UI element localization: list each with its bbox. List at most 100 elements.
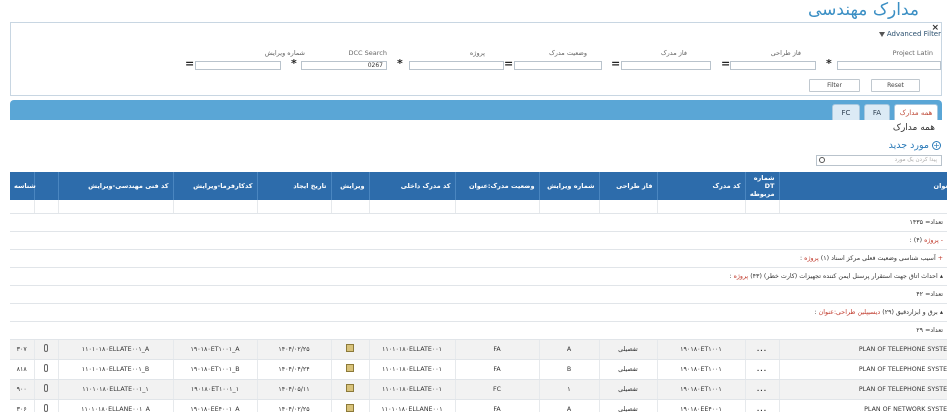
cell-phase: تفصیلی bbox=[599, 399, 658, 412]
tab-all-documents[interactable]: همه مدارک bbox=[894, 104, 938, 120]
search-input[interactable]: پیدا کردن یک مورد bbox=[816, 155, 942, 166]
cell-title[interactable]: PLAN OF TELEPHONE SYSTEM bbox=[779, 359, 947, 380]
group-2-text: : احداث اتاق جهت استقرار پرسنل ایمن کنند… bbox=[729, 272, 938, 280]
filter-label-doc-status: وضعیت مدرک bbox=[548, 49, 587, 57]
cell-title[interactable]: PLAN OF NETWORK SYSTEM bbox=[779, 399, 947, 412]
advanced-filter-header[interactable]: Advanced Filter bbox=[878, 30, 941, 38]
table-row[interactable]: ۹۰۰ ۱۱۰۱۰۱۸۰ELLATE۰۰۱_۱ ۱۹۰۱۸۰ET۱۰۰۱_۱ ۱… bbox=[10, 379, 947, 400]
group-count-row-2: تعداد= ۴۲ bbox=[10, 285, 947, 304]
attachment-icon[interactable] bbox=[44, 364, 48, 372]
doc-status-input[interactable] bbox=[514, 61, 602, 70]
cell-status: FA bbox=[455, 359, 540, 380]
group-header-project-1[interactable]: : آسیب شناسی وضعیت فعلی مرکز اسناد (۱) پ… bbox=[10, 249, 947, 268]
dcc-search-input[interactable]: 0267 bbox=[301, 61, 387, 70]
new-item-label: مورد جدید bbox=[888, 140, 929, 151]
filter-button[interactable]: Filter bbox=[809, 79, 860, 92]
discipline-label: دیسیپلین طراحی:عنوان bbox=[818, 308, 881, 316]
reset-button[interactable]: Reset bbox=[871, 79, 920, 92]
group-1-text: : آسیب شناسی وضعیت فعلی مرکز اسناد (۱) bbox=[800, 254, 936, 262]
collapse-icon[interactable]: - bbox=[941, 237, 943, 244]
cell-created: ۱۴۰۴/۰۲/۲۵ bbox=[257, 399, 332, 412]
group-1-label: پروژه bbox=[804, 254, 819, 262]
filter-op-doc-phase[interactable]: = bbox=[611, 57, 620, 70]
project-input[interactable] bbox=[409, 61, 504, 70]
filter-op-design-phase[interactable]: = bbox=[721, 57, 730, 70]
edit-icon[interactable] bbox=[346, 404, 354, 412]
cell-id: ۳۰۶ bbox=[10, 399, 35, 412]
cell-revision: A bbox=[539, 339, 600, 360]
cell-tech-code: ۱۱۰۱۰۱۸۰ELLATE۰۰۱_B bbox=[58, 359, 174, 380]
cell-title[interactable]: PLAN OF TELEPHONE SYSTEM bbox=[779, 339, 947, 360]
cell-revision: A bbox=[539, 399, 600, 412]
cell-phase: تفصیلی bbox=[599, 359, 658, 380]
col-contractor-code[interactable]: کدکارفرما-ویرایش bbox=[173, 172, 258, 200]
col-edit[interactable]: ویرایش bbox=[331, 172, 370, 200]
filter-label-dcc-search: DCC Search bbox=[348, 49, 387, 57]
group-count-row: تعداد= ۱۴۳۵ bbox=[10, 213, 947, 232]
group-count: تعداد= ۱۴۳۵ bbox=[10, 213, 947, 232]
attachment-icon[interactable] bbox=[44, 404, 48, 412]
filter-op-project[interactable]: * bbox=[397, 57, 403, 70]
group-header-discipline[interactable]: : برق و ابزاردقیق (۲۹) دیسیپلین طراحی:عن… bbox=[10, 303, 947, 322]
tab-fc[interactable]: FC bbox=[832, 104, 860, 120]
col-status-title[interactable]: وضعیت مدرک:عنوان bbox=[455, 172, 540, 200]
cell-phase: تفصیلی bbox=[599, 339, 658, 360]
group-project-count: : (۴) bbox=[909, 236, 923, 244]
filter-op-doc-status[interactable]: = bbox=[504, 57, 513, 70]
collapse-icon[interactable]: + bbox=[938, 255, 943, 262]
new-item-link[interactable]: مورد جدید + bbox=[889, 140, 941, 151]
group-header-project-2[interactable]: : احداث اتاق جهت استقرار پرسنل ایمن کنند… bbox=[10, 267, 947, 286]
attachment-icon[interactable] bbox=[44, 344, 48, 352]
row-menu-button[interactable]: ... bbox=[745, 379, 780, 400]
table-header-row: شناسه کد فنی مهندسی-ویرایش کدکارفرما-ویر… bbox=[10, 172, 947, 200]
edit-icon[interactable] bbox=[346, 344, 354, 352]
filter-op-revision[interactable]: = bbox=[185, 57, 194, 70]
col-tech-code[interactable]: کد فنی مهندسی-ویرایش bbox=[58, 172, 174, 200]
cell-doc-code: ۱۹۰۱۸۰ET۱۰۰۱ bbox=[657, 379, 746, 400]
cell-revision: ۱ bbox=[539, 379, 600, 400]
col-id[interactable]: شناسه bbox=[10, 172, 36, 200]
cell-phase: تفصیلی bbox=[599, 379, 658, 400]
filter-op-project-latin[interactable]: * bbox=[826, 57, 832, 70]
edit-icon[interactable] bbox=[346, 364, 354, 372]
doc-phase-input[interactable] bbox=[621, 61, 711, 70]
cell-title[interactable]: PLAN OF TELEPHONE SYSTEM bbox=[779, 379, 947, 400]
col-internal-code[interactable]: کد مدرک داخلی bbox=[369, 172, 456, 200]
tabs-bar: همه مدارک FA FC bbox=[10, 100, 942, 120]
col-title[interactable]: عنوان bbox=[779, 172, 947, 200]
table-row[interactable]: ۳۰۷ ۱۱۰۱۰۱۸۰ELLATE۰۰۱_A ۱۹۰۱۸۰ET۱۰۰۱_A ۱… bbox=[10, 339, 947, 360]
col-doc-code[interactable]: کد مدرک bbox=[657, 172, 746, 200]
cell-id: ۸۱۸ bbox=[10, 359, 35, 380]
revision-input[interactable] bbox=[195, 61, 281, 70]
filter-op-dcc-search[interactable]: * bbox=[291, 57, 297, 70]
cell-created: ۱۴۰۴/۰۲/۲۵ bbox=[257, 339, 332, 360]
cell-internal-code: ۱۱۰۱۰۱۸۰ELLATE۰۰۱ bbox=[369, 359, 456, 380]
cell-doc-code: ۱۹۰۱۸۰ET۱۰۰۱ bbox=[657, 339, 746, 360]
col-dt-no[interactable]: شماره DT مربوطه bbox=[745, 172, 780, 200]
filter-label-revision: شماره ویرایش bbox=[264, 49, 305, 57]
cell-status: FA bbox=[455, 339, 540, 360]
table-row[interactable]: ۸۱۸ ۱۱۰۱۰۱۸۰ELLATE۰۰۱_B ۱۹۰۱۸۰ET۱۰۰۱_B ۱… bbox=[10, 359, 947, 380]
search-icon[interactable] bbox=[819, 157, 825, 163]
advanced-filter-panel: × Advanced Filter Project Latin * فاز طر… bbox=[10, 22, 942, 96]
col-revision-no[interactable]: شماره ویرایش bbox=[539, 172, 600, 200]
filter-label-project: پروژه bbox=[469, 49, 485, 57]
cell-id: ۹۰۰ bbox=[10, 379, 35, 400]
cell-internal-code: ۱۱۰۱۰۱۸۰ELLATE۰۰۱ bbox=[369, 339, 456, 360]
row-menu-button[interactable]: ... bbox=[745, 359, 780, 380]
attachment-icon[interactable] bbox=[44, 384, 48, 392]
expand-icon[interactable]: ▴ bbox=[940, 309, 943, 316]
row-menu-button[interactable]: ... bbox=[745, 339, 780, 360]
col-design-phase[interactable]: فاز طراحی bbox=[599, 172, 658, 200]
design-phase-input[interactable] bbox=[730, 61, 816, 70]
group-header-project[interactable]: : (۴) پروژه - bbox=[10, 231, 947, 250]
project-latin-input[interactable] bbox=[837, 61, 941, 70]
expand-icon[interactable]: ▴ bbox=[940, 273, 943, 280]
col-created[interactable]: تاریخ ایجاد bbox=[257, 172, 332, 200]
cell-revision: B bbox=[539, 359, 600, 380]
tab-fa[interactable]: FA bbox=[864, 104, 890, 120]
row-menu-button[interactable]: ... bbox=[745, 399, 780, 412]
edit-icon[interactable] bbox=[346, 384, 354, 392]
cell-status: FC bbox=[455, 379, 540, 400]
table-row[interactable]: ۳۰۶ ۱۱۰۱۰۱۸۰ELLANE۰۰۱_A ۱۹۰۱۸۰EE۴۰۰۱_A ۱… bbox=[10, 399, 947, 412]
